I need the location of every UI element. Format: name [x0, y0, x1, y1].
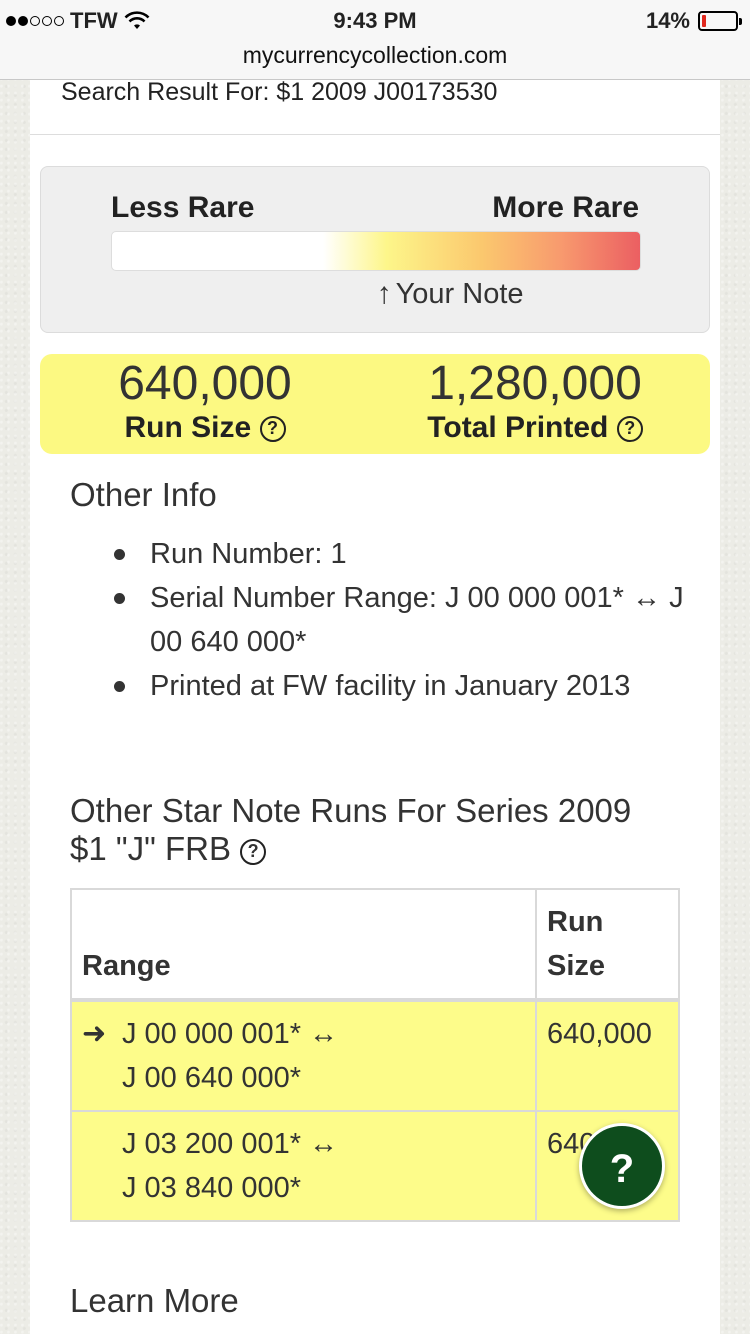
learn-more-title: Learn More	[70, 1282, 239, 1319]
table-row[interactable]: ➜ J 00 000 001* ↔ J 00 640 000* 640,000	[70, 999, 680, 1112]
run-stats-panel: 640,000 Run Size ? 1,280,000 Total Print…	[40, 354, 710, 454]
total-printed-value: 1,280,000	[428, 357, 642, 410]
other-info-list: Run Number: 1 Serial Number Range: J 00 …	[114, 532, 690, 708]
total-printed-label-row: Total Printed ?	[385, 410, 685, 446]
current-row-arrow-icon: ➜	[82, 1018, 107, 1050]
your-note-label: Your Note	[395, 278, 524, 310]
list-item: Run Number: 1	[114, 532, 690, 576]
table-header-row: Range Run Size	[70, 888, 680, 1002]
total-printed-stat: 1,280,000 Total Printed ?	[385, 358, 685, 446]
less-rare-label: Less Rare	[111, 191, 255, 224]
run-size-cell: 640,000	[535, 999, 680, 1112]
browser-top-bar: TFW 9:43 PM 14% mycurrencycollection.com	[0, 0, 750, 80]
range-start: J 00 000 001* ↔	[122, 1018, 339, 1050]
run-size-column-header: Run Size	[535, 888, 680, 1002]
rarity-gradient-bar	[111, 231, 641, 271]
run-size-value: 640,000	[118, 357, 292, 410]
battery-icon	[698, 11, 742, 31]
star-runs-title: Other Star Note Runs For Series 2009 $1 …	[70, 792, 670, 868]
address-bar[interactable]: mycurrencycollection.com	[0, 42, 750, 69]
range-end: J 03 840 000*	[122, 1172, 301, 1204]
battery-percent: 14%	[645, 8, 690, 33]
status-bar: TFW 9:43 PM 14%	[0, 0, 750, 40]
total-printed-help-icon[interactable]: ?	[616, 416, 643, 442]
range-column-header: Range	[70, 888, 537, 1002]
run-size-label-row: Run Size ?	[55, 410, 355, 446]
list-item: Serial Number Range: J 00 000 001* ↔ J 0…	[114, 576, 690, 664]
battery-status: 14%	[645, 8, 742, 34]
range-cell: ➜ J 00 000 001* ↔ J 00 640 000*	[70, 999, 537, 1112]
list-item: Printed at FW facility in January 2013	[114, 664, 690, 708]
star-runs-help-icon[interactable]: ?	[240, 839, 267, 865]
battery-level-fill	[702, 15, 706, 27]
help-button[interactable]: ?	[579, 1123, 665, 1209]
run-size-help-icon[interactable]: ?	[259, 416, 286, 442]
divider	[30, 134, 720, 135]
up-arrow-icon: ↑	[376, 277, 392, 310]
more-rare-label: More Rare	[492, 191, 639, 224]
range-start: J 03 200 001* ↔	[122, 1128, 339, 1160]
rarity-scale: Less Rare More Rare ↑ Your Note	[40, 166, 710, 333]
your-note-marker: ↑ Your Note	[377, 277, 524, 311]
range-cell: J 03 200 001* ↔ J 03 840 000*	[70, 1110, 537, 1222]
range-end: J 00 640 000*	[122, 1062, 301, 1094]
status-time: 9:43 PM	[333, 8, 417, 33]
run-size-stat: 640,000 Run Size ?	[55, 358, 355, 446]
star-runs-title-text: Other Star Note Runs For Series 2009 $1 …	[70, 792, 632, 867]
other-info-title: Other Info	[70, 476, 217, 513]
search-result-heading: Search Result For: $1 2009 J00173530	[61, 78, 498, 106]
total-printed-label: Total Printed	[427, 411, 609, 444]
run-size-label: Run Size	[124, 411, 252, 444]
